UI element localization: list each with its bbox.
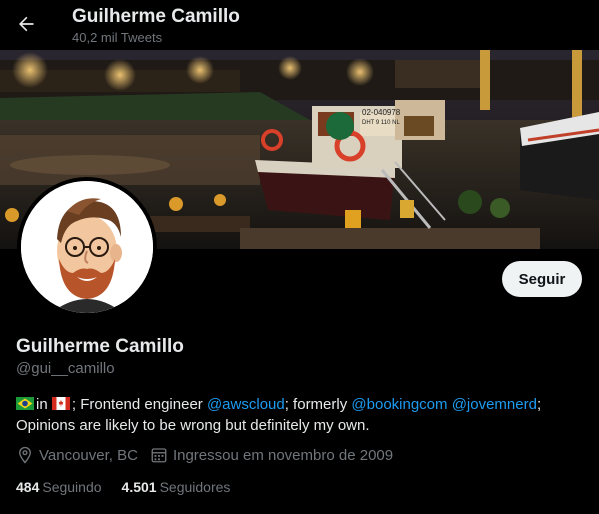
- profile-handle: @gui__camillo: [16, 360, 115, 377]
- avatar-image: [21, 181, 153, 313]
- profile-bio: in ; Frontend engineer @awscloud; former…: [16, 394, 586, 436]
- location-item: Vancouver, BC: [16, 446, 138, 464]
- boat-registration-text: 02-040978: [362, 108, 401, 117]
- location-text: Vancouver, BC: [39, 446, 138, 464]
- profile-name: Guilherme Camillo: [16, 336, 184, 357]
- followers-count: 4.501: [121, 479, 157, 495]
- bio-text-formerly: ; formerly: [284, 396, 352, 413]
- map-pin-icon: [19, 446, 31, 464]
- profile-stats: 484 Seguindo 4.501 Seguidores: [16, 479, 250, 495]
- back-button[interactable]: [10, 8, 42, 40]
- bio-link-jovemnerd[interactable]: @jovemnerd: [452, 396, 537, 413]
- following-label: Seguindo: [42, 479, 102, 495]
- following-count: 484: [16, 479, 40, 495]
- follow-button[interactable]: Seguir: [502, 261, 582, 297]
- header-profile-name: Guilherme Camillo: [72, 6, 240, 27]
- bio-link-awscloud[interactable]: @awscloud: [207, 396, 285, 413]
- profile-meta: Vancouver, BC Ingressou em novembro de 2…: [16, 446, 405, 464]
- following-link[interactable]: 484 Seguindo: [16, 479, 102, 495]
- bio-text-role: ; Frontend engineer: [71, 396, 207, 413]
- arrow-left-icon: [19, 16, 34, 32]
- followers-label: Seguidores: [159, 479, 231, 495]
- bio-text-semicolon: ;: [536, 396, 542, 413]
- bio-link-bookingcom[interactable]: @bookingcom: [351, 396, 447, 413]
- bio-text-line2: Opinions are likely to be wrong but defi…: [16, 417, 370, 434]
- joined-item: Ingressou em novembro de 2009: [150, 446, 393, 464]
- brazil-flag-icon: [16, 396, 36, 413]
- bio-text-in: in: [36, 396, 48, 413]
- joined-text: Ingressou em novembro de 2009: [172, 446, 394, 464]
- followers-link[interactable]: 4.501 Seguidores: [122, 479, 231, 495]
- boat-registration-text-2: DHT 9 110 NL: [362, 120, 400, 126]
- header-tweet-count: 40,2 mil Tweets: [72, 30, 163, 45]
- calendar-icon: [151, 448, 167, 463]
- canada-flag-icon: [48, 396, 72, 413]
- top-header: Guilherme Camillo 40,2 mil Tweets: [0, 0, 599, 50]
- profile-avatar[interactable]: [17, 177, 157, 317]
